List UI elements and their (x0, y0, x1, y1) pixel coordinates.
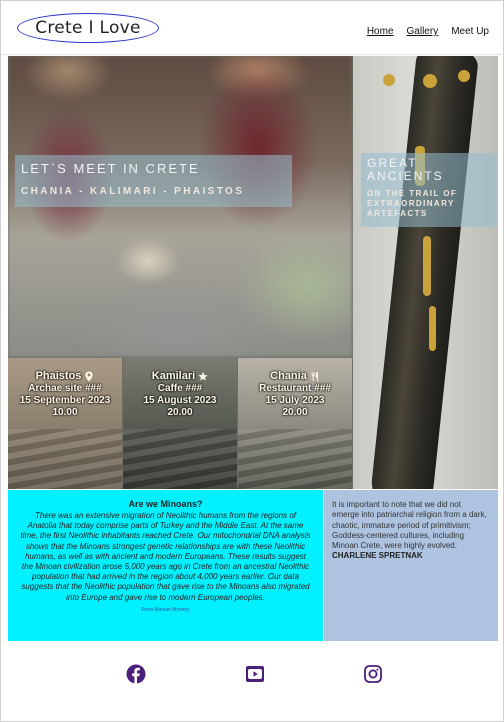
nav-home[interactable]: Home (367, 26, 394, 37)
quote-body: There was an extensive migration of Neol… (20, 511, 311, 602)
event-date: 15 September 2023 (19, 395, 111, 406)
map-marker-icon (85, 370, 94, 382)
event-venue: Caffe ### (157, 383, 203, 394)
event-card-phaistos[interactable]: Phaistos Archae site ### 15 September 20… (8, 358, 122, 489)
quote-source[interactable]: From Minoan Mystery (20, 605, 311, 615)
quote-author: CHARLENE SPRETNAK (332, 551, 423, 561)
nav-meet-up[interactable]: Meet Up (451, 26, 489, 37)
ancients-banner: Great Ancients On the trail of extraordi… (361, 153, 497, 227)
dagger-photo (353, 56, 498, 489)
page-frame: Crete I Love Home Gallery Meet Up Let`s … (0, 0, 504, 722)
event-card-kamilari[interactable]: Kamilari Caffe ### 15 August 2023 20.00 (123, 358, 237, 489)
youtube-icon[interactable] (245, 664, 265, 684)
site-footer (8, 642, 498, 715)
site-logo[interactable]: Crete I Love (17, 13, 159, 43)
event-time: 10.00 (52, 407, 78, 418)
facebook-icon[interactable] (126, 664, 146, 684)
meet-subtitle: Chania - Kalimari - Phaistos (21, 186, 245, 197)
event-time: 20.00 (167, 407, 193, 418)
nav-gallery[interactable]: Gallery (407, 26, 439, 37)
meet-title: Let`s meet in Crete (21, 161, 200, 176)
ancients-subtitle: On the trail of extraordinary artefacts (367, 189, 458, 218)
event-cards: Phaistos Archae site ### 15 September 20… (8, 358, 352, 489)
star-icon (198, 371, 208, 381)
event-place: Chania (270, 370, 307, 382)
instagram-icon[interactable] (363, 664, 383, 684)
meet-banner: Let`s meet in Crete Chania - Kalimari - … (15, 155, 292, 207)
quote-title: Are we Minoans? (128, 499, 203, 509)
main-nav: Home Gallery Meet Up (367, 26, 489, 37)
spretnak-quote: It is important to note that we did not … (324, 490, 498, 641)
hero-section: Let`s meet in Crete Chania - Kalimari - … (8, 56, 498, 489)
event-card-chania[interactable]: Chania Restaurant ### 15 July 2023 20.00 (238, 358, 352, 489)
utensils-icon (311, 371, 318, 381)
minoans-quote: Are we Minoans? There was an extensive m… (8, 490, 323, 641)
event-place: Kamilari (151, 370, 196, 382)
event-place: Phaistos (35, 370, 82, 382)
ancients-title: Great Ancients (367, 156, 444, 183)
event-date: 15 July 2023 (265, 395, 325, 406)
event-date: 15 August 2023 (143, 395, 217, 406)
event-time: 20.00 (282, 407, 308, 418)
event-venue: Restaurant ### (259, 383, 331, 394)
event-venue: Archae site ### (28, 383, 102, 394)
site-header: Crete I Love Home Gallery Meet Up (1, 1, 504, 55)
quote-body: It is important to note that we did not … (332, 500, 487, 551)
